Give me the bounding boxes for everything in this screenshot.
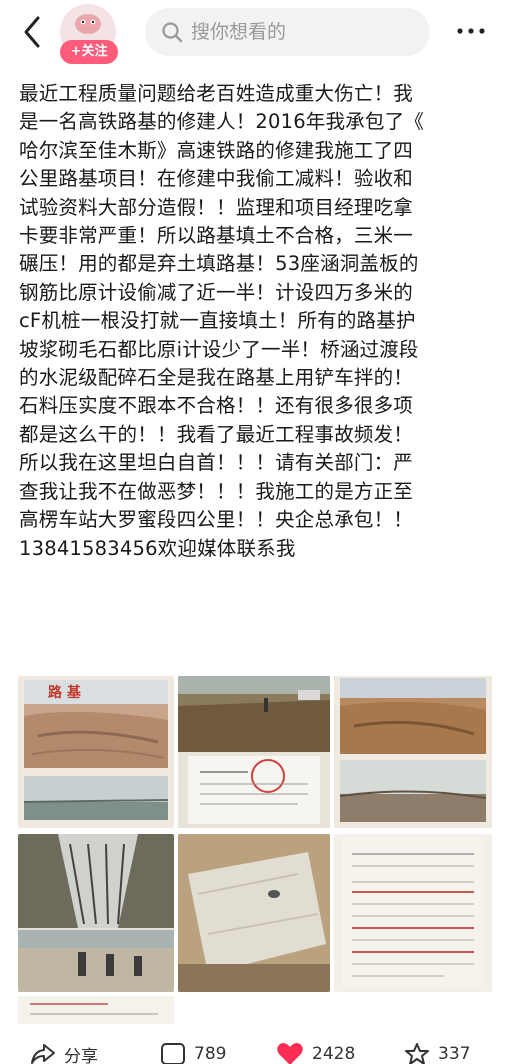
search-input[interactable]: 搜你想看的 <box>145 8 430 56</box>
comment-count: 789 <box>194 1044 227 1064</box>
photo-caption: 路 基 <box>48 685 81 701</box>
follow-button[interactable]: +关注 <box>60 40 118 64</box>
share-button[interactable]: 分享 <box>30 1042 98 1064</box>
post-line: 最近工程质量问题给老百姓造成重大伤亡！我 <box>19 82 414 105</box>
search-icon <box>162 22 183 43</box>
photo-3[interactable] <box>334 676 492 828</box>
post-line: 试验资料大部分造假！！监理和项目经理吃拿 <box>19 195 414 219</box>
share-icon <box>31 1044 55 1064</box>
post-line: cF机桩一根没打就一直接填土！所有的路基护 <box>19 309 416 333</box>
action-bar: 分享 789 2428 337 <box>0 1030 510 1064</box>
star-icon <box>405 1043 429 1064</box>
author-avatar[interactable]: +关注 <box>60 4 118 64</box>
photo-7[interactable] <box>18 996 174 1024</box>
post-line: 石料压实度不跟本不合格！！还有很多很多项 <box>19 394 414 418</box>
post-line: 钢筋比原计设偷减了近一半！计设四万多米的 <box>19 280 414 304</box>
post-line: 都是这么干的！！我看了最近工程事故频发！ <box>19 422 414 446</box>
like-count: 2428 <box>312 1044 356 1064</box>
post-line: 所以我在这里坦白自首！！！请有关部门：严 <box>19 451 414 475</box>
more-icon[interactable] <box>454 16 488 46</box>
post-line: 的水泥级配碎石全是我在路基上用铲车拌的！ <box>19 366 414 390</box>
post-body: 最近工程质量问题给老百姓造成重大伤亡！我 是一名高铁路基的修建人！2016年我承… <box>19 80 503 563</box>
post-line: 是一名高铁路基的修建人！2016年我承包了《 <box>19 110 425 134</box>
post-line: 13841583456欢迎媒体联系我 <box>19 536 296 560</box>
photo-6[interactable] <box>334 834 492 992</box>
post-line: 碾压！用的都是弃土填路基！53座涵洞盖板的 <box>19 252 419 276</box>
post-line: 高楞车站大罗蜜段四公里！！央企总承包！！ <box>19 508 414 532</box>
post-line: 查我让我不在做恶梦！！！我施工的是方正至 <box>19 479 414 503</box>
photo-5[interactable] <box>178 834 330 992</box>
comment-button[interactable]: 789 <box>160 1042 226 1064</box>
comment-icon <box>161 1043 185 1064</box>
post-line: 坡浆砌毛石都比原i计设少了一半！桥涵过渡段 <box>19 337 419 361</box>
favorite-count: 337 <box>438 1044 471 1064</box>
post-line: 公里路基项目！在修建中我偷工减料！验收和 <box>19 167 414 191</box>
post-line: 卡要非常严重！所以路基填土不合格，三米一 <box>19 224 414 248</box>
post-line: 哈尔滨至佳木斯》高速铁路的修建我施工了四 <box>19 138 414 162</box>
photo-4[interactable] <box>18 834 174 992</box>
photo-2[interactable] <box>178 676 330 828</box>
photo-1[interactable]: 路 基 <box>18 676 174 828</box>
favorite-button[interactable]: 337 <box>404 1042 470 1064</box>
share-label: 分享 <box>64 1046 98 1064</box>
search-placeholder: 搜你想看的 <box>191 21 287 43</box>
top-bar: +关注 搜你想看的 <box>0 0 510 68</box>
back-icon[interactable] <box>18 14 48 50</box>
heart-icon <box>277 1043 303 1064</box>
like-button[interactable]: 2428 <box>276 1042 355 1064</box>
